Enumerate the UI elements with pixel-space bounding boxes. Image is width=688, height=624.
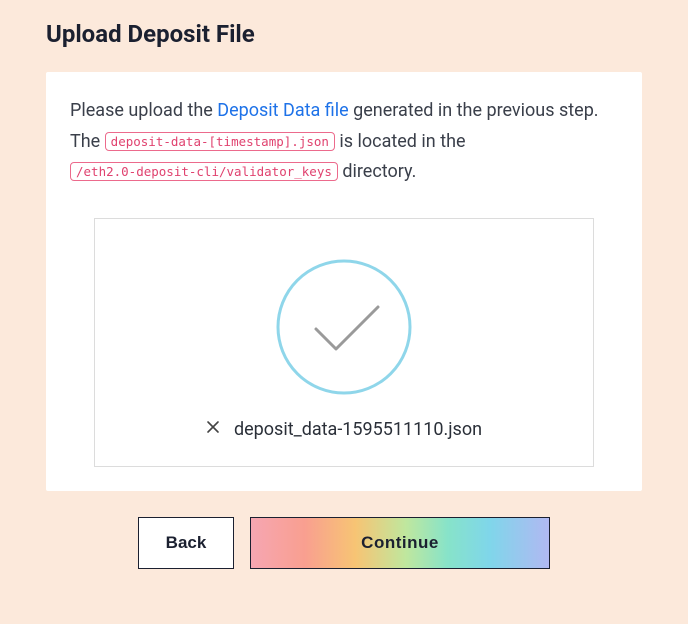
instr-part4: directory. [338,161,416,182]
instructions-text: Please upload the Deposit Data file gene… [70,96,618,188]
close-icon [206,420,220,434]
instr-part1: Please upload the [70,100,217,121]
instr-part3: is located in the [335,131,466,152]
remove-file-button[interactable] [206,420,220,438]
continue-button[interactable]: Continue [250,517,550,569]
success-check-icon [274,257,414,397]
deposit-data-file-link[interactable]: Deposit Data file [217,100,348,121]
page-title: Upload Deposit File [46,20,642,48]
upload-card: Please upload the Deposit Data file gene… [46,72,642,491]
filename-code: deposit-data-[timestamp].json [105,132,335,151]
uploaded-file-row: deposit_data-1595511110.json [206,419,482,440]
uploaded-file-name: deposit_data-1595511110.json [234,419,482,440]
directory-code: /eth2.0-deposit-cli/validator_keys [70,162,338,181]
button-row: Back Continue [46,491,642,569]
file-dropzone[interactable]: deposit_data-1595511110.json [94,218,594,467]
back-button[interactable]: Back [138,517,234,569]
